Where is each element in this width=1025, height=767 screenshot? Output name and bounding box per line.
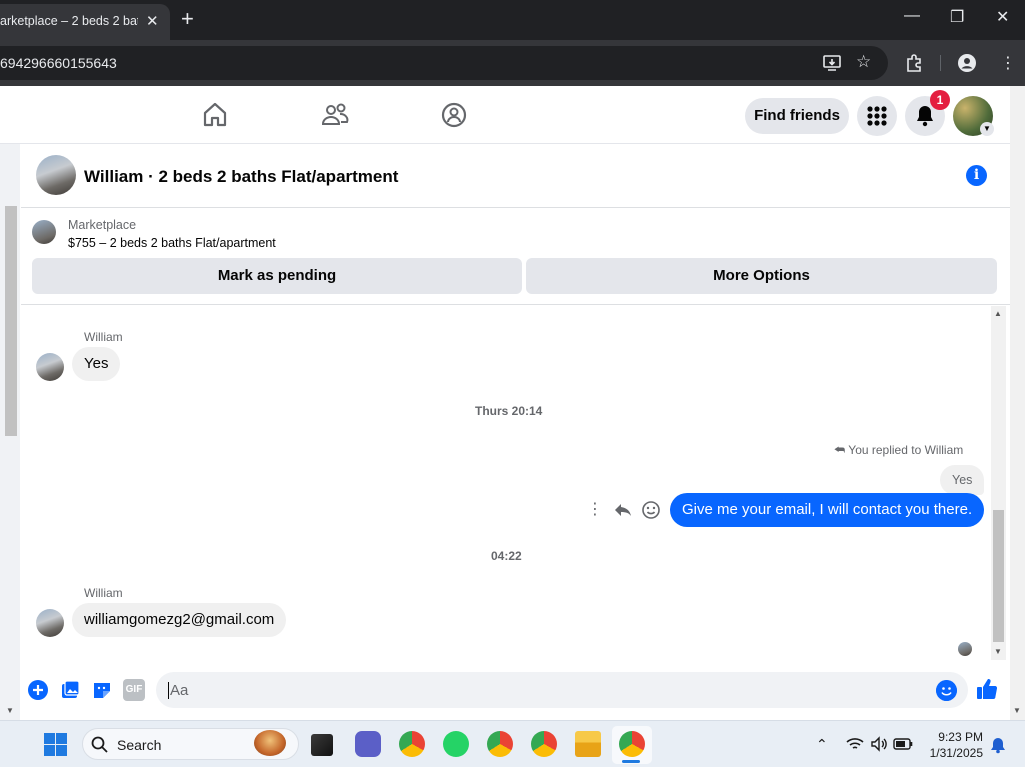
new-tab-button[interactable]: + [181,6,194,32]
profile-icon[interactable] [957,53,977,73]
windows-start-icon[interactable] [44,733,67,756]
chrome-profile-a-icon[interactable] [531,731,557,757]
chrome-active-icon[interactable] [619,731,645,757]
listing-title[interactable]: $755 – 2 beds 2 baths Flat/apartment [68,236,276,250]
message-input[interactable] [156,672,968,708]
quoted-message[interactable]: Yes [940,465,985,495]
browser-titlebar: arketplace – 2 beds 2 bath ✕ + — ❐ ✕ [0,0,1025,40]
page-scrollbar[interactable] [1010,86,1025,720]
facebook-header: Find friends [0,86,1010,144]
home-icon[interactable] [200,100,230,130]
taskbar-clock[interactable]: 9:23 PM 1/31/2025 [925,729,983,761]
notification-badge: 1 [930,90,950,110]
reply-indicator: ⮪ You replied to William [834,443,963,458]
mark-as-pending-button[interactable]: Mark as pending [32,258,522,294]
maximize-icon[interactable]: ❐ [950,7,964,27]
scroll-up-arrow-icon[interactable]: ▲ [994,309,1002,318]
volume-icon[interactable] [870,736,888,752]
search-highlight-icon [254,730,286,756]
more-options-button[interactable]: More Options [526,258,997,294]
outgoing-message[interactable]: Give me your email, I will contact you t… [670,493,985,527]
chat-title[interactable]: William · 2 beds 2 baths Flat/apartment [84,167,398,187]
battery-icon[interactable] [893,738,913,750]
more-actions-icon[interactable]: ⋮ [583,498,607,522]
reply-arrow-icon: ⮪ [834,443,846,457]
bookmark-star-icon[interactable]: ☆ [856,52,871,72]
marketplace-label: Marketplace [68,218,137,232]
left-scrollbar-thumb[interactable] [5,206,17,436]
message-timestamp: Thurs 20:14 [475,404,543,418]
grid-menu-icon [867,106,887,126]
add-plus-icon[interactable] [27,679,49,701]
react-emoji-icon[interactable] [639,498,663,522]
find-friends-button[interactable]: Find friends [745,98,849,134]
sender-name: William [84,330,123,344]
message-input-placeholder: Aa [168,682,189,699]
sticker-icon[interactable] [91,679,113,701]
chrome-icon[interactable] [399,731,425,757]
extensions-icon[interactable] [904,53,924,73]
reply-indicator-text: You replied to William [848,443,964,457]
clock-time: 9:23 PM [938,730,983,744]
wifi-icon[interactable] [846,737,864,751]
search-icon [91,736,108,753]
sender-avatar[interactable] [36,353,64,381]
page-scroll-down-icon[interactable]: ▼ [1013,706,1021,715]
browser-tab[interactable]: arketplace – 2 beds 2 bath ✕ [0,4,170,40]
left-scroll-down-icon[interactable]: ▼ [6,706,14,715]
seen-avatar [958,642,972,656]
chrome-profile-icon[interactable] [487,731,513,757]
incoming-message[interactable]: williamgomezg2@gmail.com [72,603,287,637]
chevron-down-icon[interactable]: ▼ [980,122,994,136]
sender-name: William [84,586,123,600]
taskbar-search-label: Search [117,737,162,753]
window-close-icon[interactable]: ✕ [996,7,1009,27]
gif-icon[interactable]: GIF [123,679,145,701]
address-bar[interactable]: 694296660155643 ☆ [0,46,888,80]
photo-icon[interactable] [59,679,81,701]
menu-button[interactable] [857,96,897,136]
show-hidden-icons-chevron-icon[interactable]: ⌃ [816,736,828,753]
incoming-message[interactable]: Yes [72,347,121,381]
clock-date: 1/31/2025 [929,746,983,760]
install-app-icon[interactable] [822,53,842,73]
reply-icon[interactable] [611,498,635,522]
notification-bell-icon[interactable] [990,736,1006,754]
like-thumbs-up-icon[interactable] [975,677,999,701]
info-icon[interactable]: i [966,165,987,186]
emoji-icon[interactable] [936,680,957,701]
divider [21,304,1010,305]
minimize-icon[interactable]: — [904,7,920,25]
messages-scrollbar-thumb[interactable] [993,510,1004,642]
whatsapp-icon[interactable] [443,731,469,757]
friends-icon[interactable] [320,100,350,130]
scroll-down-arrow-icon[interactable]: ▼ [994,647,1002,656]
message-timestamp: 04:22 [491,549,522,563]
task-view-icon[interactable] [311,734,333,756]
listing-thumbnail[interactable] [32,220,56,244]
toolbar-divider [940,55,941,71]
tab-title: arketplace – 2 beds 2 bath [0,14,138,28]
chat-avatar[interactable] [36,155,76,195]
tab-close-icon[interactable]: ✕ [146,12,159,30]
url-text: 694296660155643 [0,55,117,71]
active-indicator [622,760,640,763]
file-explorer-icon[interactable] [575,731,601,757]
sender-avatar[interactable] [36,609,64,637]
meet-app-icon[interactable] [355,731,381,757]
groups-icon[interactable] [439,100,469,130]
menu-kebab-icon[interactable]: ⋮ [1000,53,1016,73]
browser-toolbar: 694296660155643 ☆ ⋮ [0,40,1025,86]
